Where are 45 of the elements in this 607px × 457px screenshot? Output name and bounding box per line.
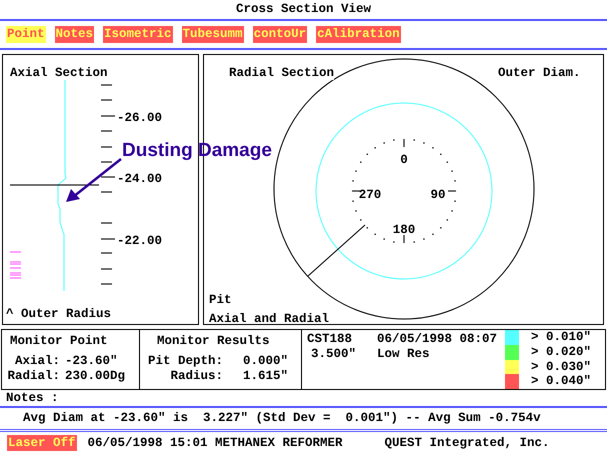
field-label: Radius: [169, 370, 223, 383]
field-value: 230.00Dg [65, 370, 126, 383]
panel-title: Radial Section [229, 67, 334, 80]
menu-button[interactable]: contoUr [252, 26, 308, 43]
company-name: QUEST Integrated, Inc. [384, 436, 550, 450]
notes-text: Avg Diam at -23.60" is 3.227" (Std Dev = 0.001") -- Avg Sum -0.754v [23, 412, 541, 425]
defect-label: Pit [209, 294, 232, 306]
legend-label: > 0.020" [531, 346, 592, 358]
field-value: 0.000" [242, 355, 288, 368]
date-time: 06/05/1998 08:07 [377, 333, 498, 346]
section-title: Monitor Results [157, 335, 271, 348]
view-mode-label: Outer Diam. [498, 67, 581, 80]
window-title: Cross Section View [236, 3, 372, 16]
angle-label: 90 [430, 188, 446, 202]
menu-button[interactable]: Point [6, 26, 46, 43]
legend-label: > 0.030" [531, 360, 592, 374]
angle-label: 0 [400, 153, 408, 167]
field-label: Radial: [6, 370, 60, 383]
menu-button[interactable]: Isometric [103, 26, 173, 43]
angle-label: 180 [392, 223, 416, 237]
view-label: Axial and Radial [209, 313, 330, 326]
tube-id: CST188 [307, 333, 354, 346]
field-value: -23.60" [65, 355, 118, 368]
field-value: 1.615" [242, 370, 288, 383]
menu-button[interactable]: Notes [54, 26, 94, 43]
laser-status: Laser Off [7, 435, 77, 451]
legend-label: > 0.010" [531, 331, 592, 344]
panel-title: Axial Section [10, 67, 108, 80]
notes-label: Notes : [6, 392, 59, 404]
axis-caption: ^ Outer Radius [6, 308, 112, 320]
field-label: Axial: [14, 355, 60, 368]
menu-button[interactable]: Tubesumm [182, 26, 244, 43]
marker-lines [10, 252, 22, 278]
scale-label: -24.00 [117, 172, 162, 186]
angle-label: 270 [358, 188, 382, 202]
scale-label: -22.00 [117, 234, 162, 248]
status-info: 06/05/1998 15:01 METHANEX REFORMER [88, 436, 344, 450]
scale-label: -26.00 [117, 111, 162, 125]
tube-size: 3.500" [310, 348, 358, 361]
menu-button[interactable]: cAlibration [316, 26, 401, 43]
field-label: Pit Depth: [146, 355, 223, 368]
resolution-label: Low Res [377, 348, 430, 361]
section-title: Monitor Point [10, 335, 109, 348]
legend-label: > 0.040" [531, 375, 592, 388]
pit-line [308, 224, 366, 276]
